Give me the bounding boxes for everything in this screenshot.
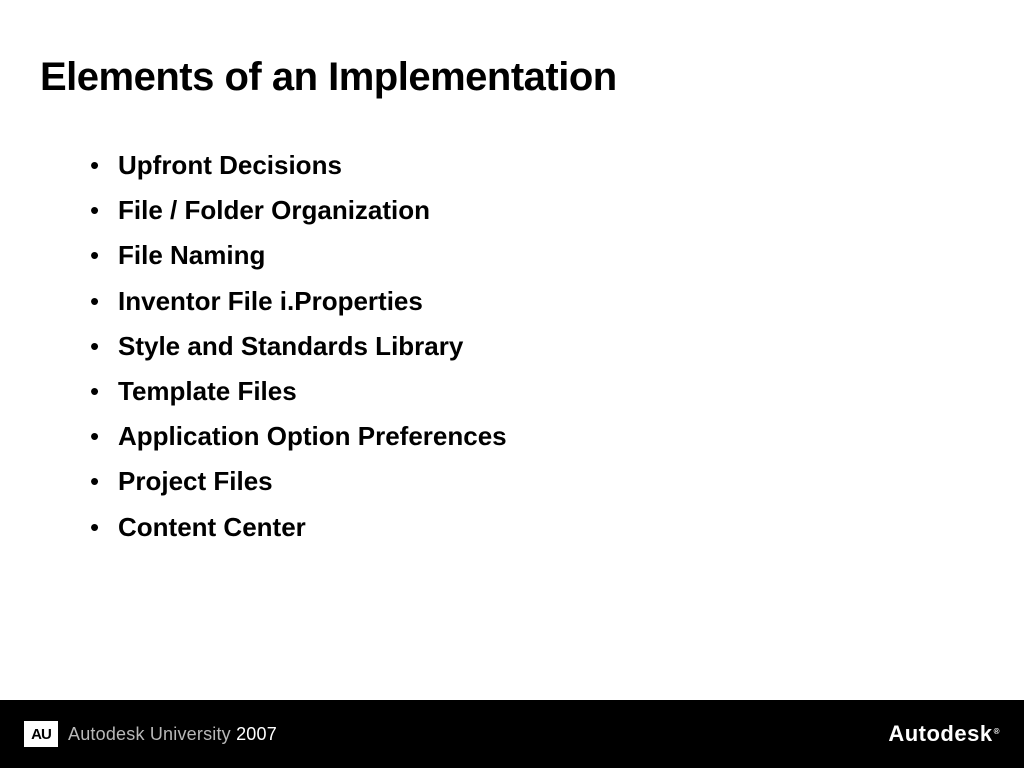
bullet-icon: •	[90, 466, 118, 497]
footer-year: 2007	[236, 724, 277, 744]
bullet-text: Application Option Preferences	[118, 421, 507, 452]
bullet-list: • Upfront Decisions • File / Folder Orga…	[40, 150, 984, 543]
bullet-icon: •	[90, 331, 118, 362]
list-item: • Application Option Preferences	[90, 421, 984, 452]
bullet-text: Template Files	[118, 376, 297, 407]
bullet-icon: •	[90, 376, 118, 407]
bullet-text: File Naming	[118, 240, 265, 271]
slide-body: Elements of an Implementation • Upfront …	[0, 0, 1024, 700]
bullet-icon: •	[90, 421, 118, 452]
au-badge-icon: AU	[24, 721, 58, 747]
list-item: • Style and Standards Library	[90, 331, 984, 362]
list-item: • Upfront Decisions	[90, 150, 984, 181]
autodesk-logo: Autodesk®	[888, 721, 1000, 747]
bullet-text: Content Center	[118, 512, 306, 543]
list-item: • Content Center	[90, 512, 984, 543]
bullet-text: Style and Standards Library	[118, 331, 463, 362]
footer-org: Autodesk University	[68, 724, 236, 744]
footer-right: Autodesk®	[888, 721, 1000, 747]
bullet-icon: •	[90, 286, 118, 317]
bullet-text: Project Files	[118, 466, 273, 497]
slide-footer: AU Autodesk University 2007 Autodesk®	[0, 700, 1024, 768]
registered-icon: ®	[994, 727, 1000, 736]
list-item: • File Naming	[90, 240, 984, 271]
slide-title: Elements of an Implementation	[40, 55, 984, 100]
list-item: • Inventor File i.Properties	[90, 286, 984, 317]
list-item: • Project Files	[90, 466, 984, 497]
bullet-text: File / Folder Organization	[118, 195, 430, 226]
bullet-icon: •	[90, 512, 118, 543]
autodesk-text: Autodesk	[888, 721, 992, 747]
bullet-text: Upfront Decisions	[118, 150, 342, 181]
footer-left: AU Autodesk University 2007	[24, 721, 277, 747]
bullet-icon: •	[90, 240, 118, 271]
list-item: • Template Files	[90, 376, 984, 407]
footer-left-text: Autodesk University 2007	[68, 724, 277, 745]
bullet-icon: •	[90, 195, 118, 226]
bullet-icon: •	[90, 150, 118, 181]
bullet-text: Inventor File i.Properties	[118, 286, 423, 317]
list-item: • File / Folder Organization	[90, 195, 984, 226]
